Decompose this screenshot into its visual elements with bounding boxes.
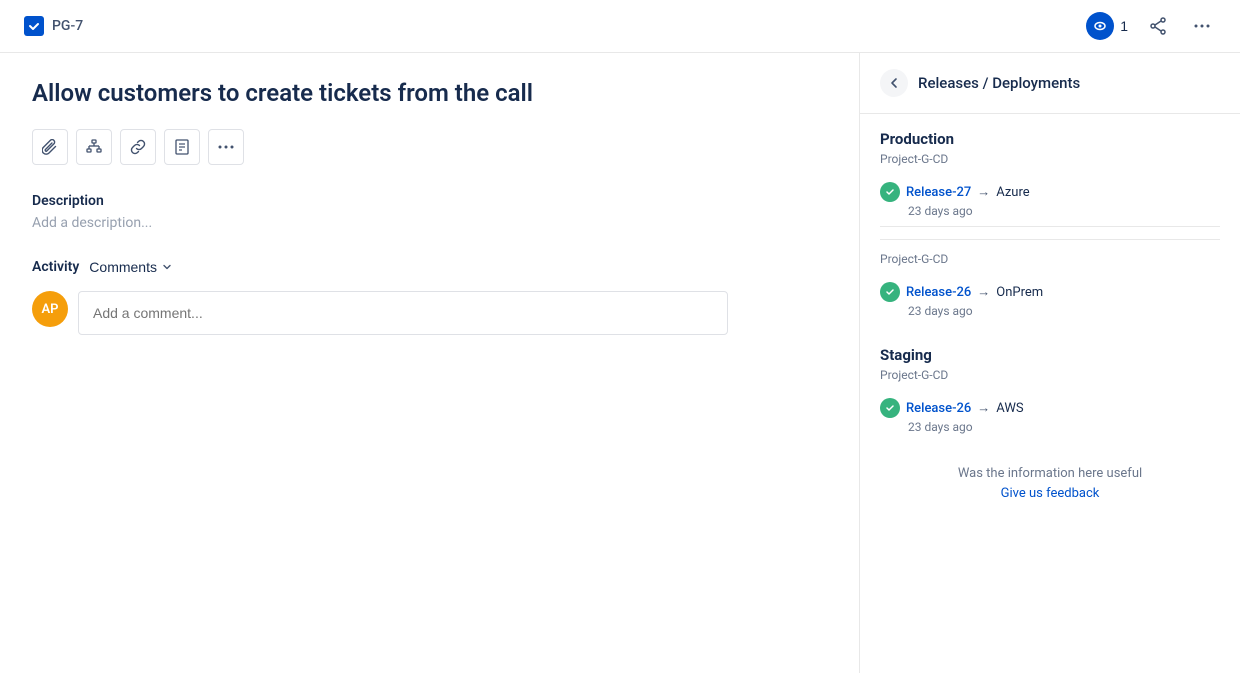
toolbar [32, 129, 827, 165]
description-label: Description [32, 193, 827, 209]
release-27-time: 23 days ago [908, 204, 1220, 218]
success-icon-1 [880, 182, 900, 202]
top-bar-left: PG-7 [24, 16, 83, 36]
link-button[interactable] [120, 129, 156, 165]
check-success-icon-3 [885, 403, 895, 413]
release-26-link-2[interactable]: Release-26 [906, 401, 971, 416]
avatar: AP [32, 291, 68, 327]
watch-button[interactable]: 1 [1086, 12, 1128, 40]
feedback-link[interactable]: Give us feedback [1001, 486, 1100, 501]
releases-header: Releases / Deployments [860, 53, 1240, 114]
watch-icon [1086, 12, 1114, 40]
release-27-link[interactable]: Release-27 [906, 185, 971, 200]
description-section: Description Add a description... [32, 193, 827, 231]
eye-icon [1093, 19, 1107, 33]
success-icon-2 [880, 282, 900, 302]
share-icon [1148, 16, 1168, 36]
project-g-cd-label-2: Project-G-CD [880, 252, 1220, 266]
link-icon [130, 139, 146, 155]
release-block-2: Release-26 → OnPrem 23 days ago [880, 282, 1220, 318]
diagram-button[interactable] [76, 129, 112, 165]
note-button[interactable] [164, 129, 200, 165]
release-item-27-azure: Release-27 → Azure 23 days ago [880, 174, 1220, 227]
release-item-26-aws: Release-26 → AWS 23 days ago [880, 390, 1220, 442]
back-icon [887, 76, 901, 90]
more-dots-icon [218, 145, 234, 149]
main-content: Allow customers to create tickets from t… [0, 53, 1240, 673]
project-g-cd-label-1: Project-G-CD [880, 152, 1220, 166]
comment-input[interactable] [78, 291, 728, 335]
chevron-down-icon [161, 261, 173, 273]
description-placeholder[interactable]: Add a description... [32, 215, 827, 231]
divider-1 [880, 239, 1220, 240]
watch-count: 1 [1120, 18, 1128, 34]
azure-target: Azure [996, 185, 1029, 200]
release-26-time-1: 23 days ago [908, 304, 1220, 318]
activity-label: Activity [32, 259, 79, 275]
success-icon-3 [880, 398, 900, 418]
diagram-icon [86, 139, 102, 155]
staging-title: Staging [880, 346, 1220, 364]
release-row-1: Release-27 → Azure [880, 182, 1220, 202]
share-button[interactable] [1144, 12, 1172, 40]
release-row-2: Release-26 → OnPrem [880, 282, 1220, 302]
release-row-3: Release-26 → AWS [880, 398, 1220, 418]
release-item-26-onprem: Release-26 → OnPrem 23 days ago [880, 274, 1220, 326]
staging-section: Staging Project-G-CD Release-26 [880, 346, 1220, 442]
issue-title: Allow customers to create tickets from t… [32, 77, 712, 109]
ticket-checkbox [24, 16, 44, 36]
feedback-area: Was the information here useful Give us … [880, 466, 1220, 501]
releases-title: Releases / Deployments [918, 74, 1080, 92]
onprem-target: OnPrem [996, 285, 1043, 300]
note-icon [174, 139, 190, 155]
release-block-3: Release-26 → AWS 23 days ago [880, 398, 1220, 434]
check-success-icon-2 [885, 287, 895, 297]
comments-label: Comments [89, 259, 157, 275]
check-icon [28, 20, 40, 32]
production-section: Production Project-G-CD Releas [880, 130, 1220, 326]
project-g-cd-label-3: Project-G-CD [880, 368, 1220, 382]
arrow-1: → [977, 184, 990, 200]
arrow-2: → [977, 284, 990, 300]
page-wrapper: PG-7 1 [0, 0, 1240, 673]
top-bar-right: 1 [1086, 12, 1216, 40]
toolbar-more-button[interactable] [208, 129, 244, 165]
releases-body: Production Project-G-CD Releas [860, 114, 1240, 517]
more-icon [1192, 16, 1212, 36]
left-panel: Allow customers to create tickets from t… [0, 53, 860, 673]
more-button[interactable] [1188, 12, 1216, 40]
arrow-3: → [977, 400, 990, 416]
check-success-icon [885, 187, 895, 197]
activity-section: Activity Comments AP [32, 259, 827, 335]
comments-dropdown[interactable]: Comments [89, 259, 173, 275]
comment-area: AP [32, 291, 827, 335]
back-button[interactable] [880, 69, 908, 97]
release-26-link-1[interactable]: Release-26 [906, 285, 971, 300]
attach-button[interactable] [32, 129, 68, 165]
ticket-id: PG-7 [52, 18, 83, 34]
top-bar: PG-7 1 [0, 0, 1240, 53]
release-26-time-2: 23 days ago [908, 420, 1220, 434]
production-title: Production [880, 130, 1220, 148]
attach-icon [42, 139, 58, 155]
feedback-text: Was the information here useful [880, 466, 1220, 481]
aws-target: AWS [996, 401, 1023, 416]
activity-row: Activity Comments [32, 259, 827, 275]
release-block-1: Release-27 → Azure 23 days ago [880, 182, 1220, 218]
right-panel: Releases / Deployments Production Projec… [860, 53, 1240, 673]
